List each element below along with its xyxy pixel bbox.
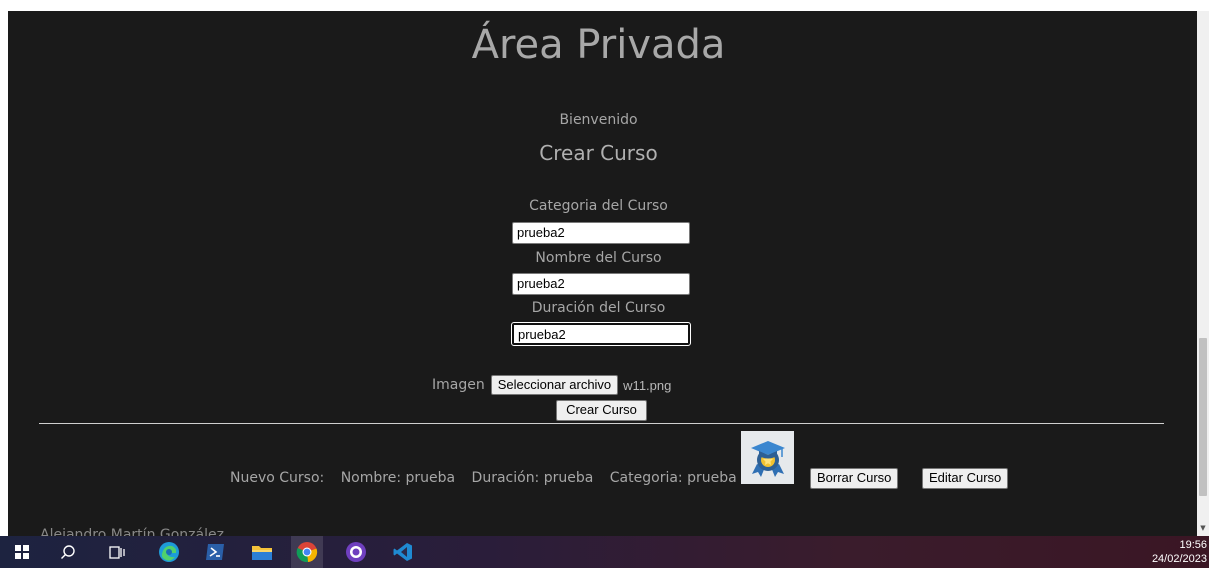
form-title: Crear Curso <box>539 141 658 165</box>
taskbar: 19:56 24/02/2023 <box>0 536 1209 568</box>
delete-course-button[interactable]: Borrar Curso <box>810 468 899 489</box>
course-name-label: Nombre del Curso <box>535 250 662 266</box>
course-name: Nombre: prueba <box>340 470 456 486</box>
page-title: Área Privada <box>471 22 726 68</box>
scroll-down-arrow-icon[interactable]: ▼ <box>1199 523 1207 533</box>
powershell-icon[interactable] <box>199 536 231 568</box>
divider <box>39 423 1164 424</box>
duration-label: Duración del Curso <box>531 300 666 316</box>
edge-icon[interactable] <box>153 536 185 568</box>
page-content: Área Privada Bienvenido Crear Curso Cate… <box>0 0 1209 536</box>
category-label: Categoria del Curso <box>529 198 668 214</box>
course-name-input[interactable]: prueba2 <box>512 273 690 295</box>
vscode-icon[interactable] <box>387 536 419 568</box>
selected-file-name: w11.png <box>623 377 672 393</box>
clock-time: 19:56 <box>1179 539 1207 551</box>
duration-input[interactable]: prueba2 <box>511 322 691 346</box>
image-label: Imagen <box>432 377 485 393</box>
course-duration: Duración: prueba <box>471 470 594 486</box>
category-input[interactable]: prueba2 <box>512 222 690 244</box>
clock-date: 24/02/2023 <box>1151 553 1207 565</box>
system-clock[interactable]: 19:56 24/02/2023 <box>1152 539 1207 566</box>
task-view-icon[interactable] <box>101 536 133 568</box>
course-prefix: Nuevo Curso: <box>230 470 325 486</box>
image-upload-row: Imagen Seleccionar archivo w11.png <box>432 375 671 395</box>
course-entry: Nuevo Curso: Nombre: prueba Duración: pr… <box>230 470 749 486</box>
course-image <box>741 431 794 484</box>
welcome-text: Bienvenido <box>559 112 638 128</box>
course-category: Categoria: prueba <box>609 470 737 486</box>
create-course-button[interactable]: Crear Curso <box>556 400 647 421</box>
search-icon[interactable] <box>52 536 84 568</box>
github-desktop-icon[interactable] <box>340 536 372 568</box>
footer-author: Alejandro Martín González <box>40 527 224 536</box>
browser-top-edge <box>0 0 1209 11</box>
vertical-scrollbar[interactable]: ▼ <box>1197 11 1209 536</box>
windows-start-icon[interactable] <box>6 536 38 568</box>
scrollbar-thumb[interactable] <box>1199 338 1207 496</box>
browser-left-edge <box>0 0 8 536</box>
file-explorer-icon[interactable] <box>246 536 278 568</box>
edit-course-button[interactable]: Editar Curso <box>922 468 1009 489</box>
select-file-button[interactable]: Seleccionar archivo <box>490 375 619 395</box>
graduation-badge-icon <box>750 440 785 477</box>
chrome-icon[interactable] <box>291 536 323 568</box>
